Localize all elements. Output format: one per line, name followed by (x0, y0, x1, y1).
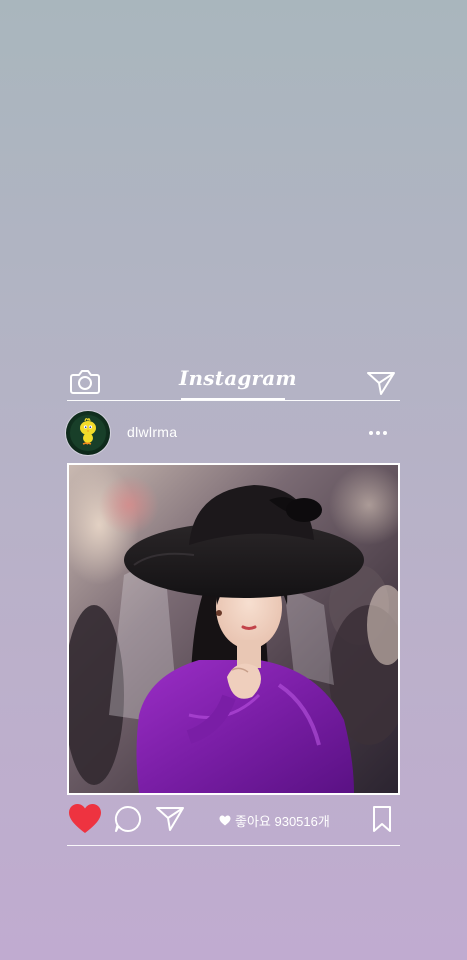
paper-plane-icon[interactable] (155, 805, 185, 833)
post-photo[interactable] (67, 463, 400, 795)
bookmark-icon[interactable] (370, 805, 394, 833)
likes-count[interactable]: 좋아요 930516개 (219, 811, 330, 830)
likes-text: 좋아요 930516개 (235, 814, 330, 829)
portrait-photo (69, 465, 398, 793)
yellow-bird-icon (70, 415, 106, 451)
footer-divider (67, 845, 400, 846)
small-heart-icon (219, 815, 231, 826)
post-actions-bar: 좋아요 930516개 (67, 800, 400, 840)
post-username[interactable]: dlwlrma (127, 424, 177, 440)
avatar[interactable] (66, 411, 110, 455)
direct-message-icon[interactable] (366, 370, 396, 396)
instagram-post-wallpaper: Instagram dlwlrma 좋아요 930516개 (0, 0, 467, 960)
comment-bubble-icon[interactable] (113, 804, 143, 834)
instagram-logo-text: Instagram (179, 366, 297, 390)
heart-icon[interactable] (67, 802, 103, 836)
camera-icon[interactable] (69, 367, 101, 395)
instagram-header: Instagram (67, 362, 400, 401)
more-options-icon[interactable] (363, 423, 393, 443)
header-divider (67, 400, 400, 401)
